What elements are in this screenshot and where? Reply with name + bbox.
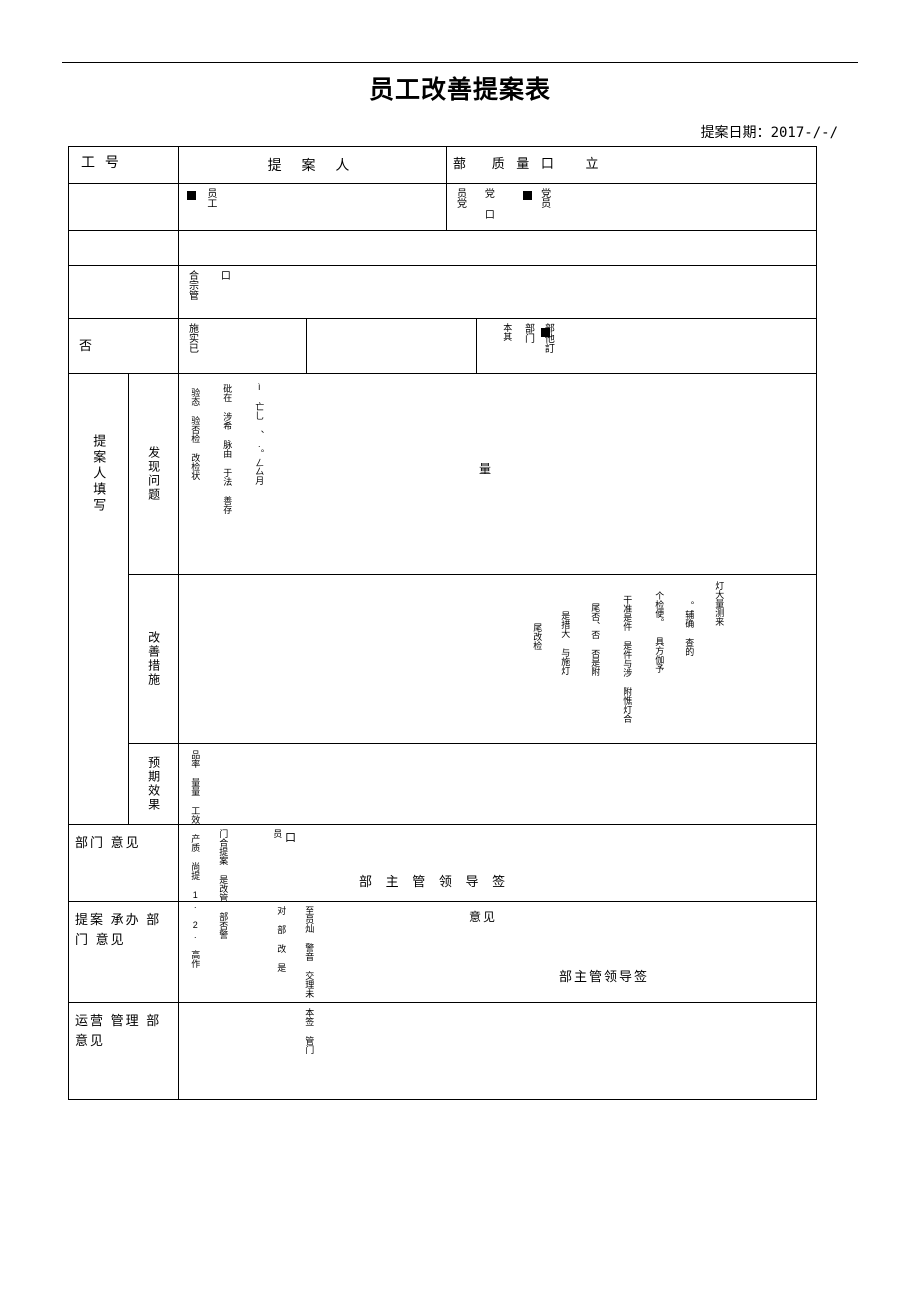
handler-opinion-label: 意见: [469, 910, 498, 924]
quality-label: 质 量 口: [491, 156, 558, 171]
dept-opinion-label: 部门 意见: [75, 835, 141, 850]
proposer-label: 提 案 人: [267, 157, 358, 173]
cell-operation-content: [178, 1002, 818, 1100]
handler-col-1: 对 部 改 是: [276, 906, 287, 972]
table-row: 员工 员党 党 口 党员: [67, 183, 818, 231]
measure-col-5: 个检便。 具方伽予: [654, 591, 665, 673]
dept-checkbox-filled[interactable]: [541, 328, 551, 338]
table-row: 工 号 提 案 人 蔀 质 量 口 立: [67, 146, 818, 184]
cell-implemented: 施实已: [178, 318, 308, 374]
measure-col-2: 是措大 与施灯: [560, 611, 571, 675]
problem-content: 验态 验否检 改检状 砒在 涉希 脉由 于法 善存 ì 亡乚 、.。ㄥ厶月 量: [179, 374, 816, 574]
dept-mark-and-label: 部门: [522, 323, 534, 343]
party-member-value: 党员: [538, 188, 550, 208]
scope-box: 口: [218, 270, 230, 280]
proposal-date: 提案日期：2017-/-/: [701, 122, 838, 142]
dept-opinion-box[interactable]: 口: [285, 829, 296, 845]
cell-handler-content: 对 部 改 是 至员灿 警音 交理未 本签 管门 意见 部主管领导签: [178, 901, 818, 1054]
cell-section-proposer: 提案人填写: [68, 373, 129, 825]
cell-proposer-label: 提 案 人: [178, 146, 448, 184]
dept-opinion-signature: 部 主 管 领 导 签: [359, 874, 511, 889]
cell-blank-3: [178, 230, 818, 266]
party-box-label: 党 口: [482, 188, 494, 219]
measure-col-3: 尾否、否 否是附: [590, 603, 601, 676]
measure-col-6: 。辅确 查的: [684, 601, 695, 656]
problem-label: 发现问题: [146, 446, 161, 502]
effect-label: 预期效果: [146, 756, 161, 812]
cell-blank-2: [67, 230, 180, 266]
cell-no: 否: [67, 318, 180, 374]
employee-checkbox-filled[interactable]: [187, 191, 197, 201]
measure-col-4: 干准是件 是件与涉 附憔灯合: [622, 595, 633, 723]
cell-problem-content: 验态 验否检 改检状 砒在 涉希 脉由 于法 善存 ì 亡乚 、.。ㄥ厶月 量: [178, 373, 818, 575]
cell-blank-5: [306, 318, 478, 374]
cell-this-dept: 本其 部门 部他訂: [476, 318, 818, 374]
proposal-form-table: 工 号 提 案 人 蔀 质 量 口 立 员工 员党 党 口 党员 合宗管 口 否…: [67, 146, 818, 1100]
cell-employee-no-label: 工 号: [67, 146, 180, 184]
party-checkbox-filled[interactable]: [522, 191, 532, 201]
no-label: 否: [79, 338, 93, 353]
proposal-date-label: 提案日期：: [700, 125, 771, 141]
scope-label: 合宗管: [186, 270, 198, 300]
table-row: 合宗管 口: [67, 265, 818, 319]
table-row: 运营 管理 部意见: [67, 1002, 818, 1100]
table-row: 预期效果 品率 量量 工效 产质 尚提 1. 2. 高作: [69, 743, 818, 968]
document-page: 员工改善提案表 提案日期：2017-/-/ 工 号 提 案 人 蔀 质 量 口 …: [0, 0, 920, 1302]
header-rule: [62, 62, 858, 63]
implemented-label: 施实已: [186, 323, 198, 353]
cell-dept-opinion-content: 门合提案 是改管 部否警 员 口 部 主 管 领 导 签: [178, 824, 818, 939]
operation-label: 运营 管理 部意见: [75, 1013, 162, 1048]
table-row: 部门 意见 门合提案 是改管 部否警 员 口 部 主 管 领 导 签: [67, 824, 818, 939]
measure-content: 尾改检 是措大 与施灯 尾否、否 否是附 干准是件 是件与涉 附憔灯合 个检便。…: [179, 575, 816, 743]
this-dept-label: 本其: [502, 323, 513, 341]
table-row: 提案人填写 发现问题 验态 验否检 改检状 砒在 涉希 脉由 于法 善存 ì 亡…: [68, 373, 818, 825]
cell-employee-checkbox: 员工: [178, 183, 448, 231]
cell-problem-label: 发现问题: [127, 373, 180, 575]
problem-col-2: 砒在 涉希 脉由 于法 善存: [222, 384, 233, 514]
handler-label: 提案 承办 部门 意见: [75, 912, 162, 947]
cell-dept-quality: 蔀 质 量 口 立: [446, 146, 818, 184]
dept-opinion-col-2: 员: [272, 829, 283, 838]
problem-col-3: ì 亡乚 、.。ㄥ厶月: [254, 382, 265, 485]
party-member-label: 员党: [454, 188, 466, 208]
dept-label: 蔀: [453, 156, 467, 171]
cell-scope: 合宗管 口: [178, 265, 818, 319]
table-row: [67, 230, 818, 266]
section-proposer-label: 提案人填写: [91, 434, 107, 514]
employee-no-label: 工 号: [81, 154, 122, 170]
cell-effect-label: 预期效果: [127, 743, 180, 825]
handler-content: 对 部 改 是 至员灿 警音 交理未 本签 管门 意见 部主管领导签: [179, 902, 816, 1054]
cell-handler-label: 提案 承办 部门 意见: [67, 901, 180, 1003]
problem-center-text: 量: [479, 462, 492, 476]
measure-col-1: 尾改检: [532, 623, 543, 650]
problem-col-1: 验态 验否检 改检状: [190, 388, 201, 480]
cell-party-checkbox: 员党 党 口 党员: [446, 183, 818, 231]
table-row: 提案 承办 部门 意见 对 部 改 是 至员灿 警音 交理未 本签 管门 意见 …: [67, 901, 818, 1054]
table-row: 否 施实已 本其 部门 部他訂: [67, 318, 818, 374]
extra-label: 立: [585, 156, 599, 171]
measure-col-7: 灯大量测来: [714, 581, 725, 626]
table-row: 改善措施 尾改检 是措大 与施灯 尾否、否 否是附 干准是件 是件与涉 附憔灯合…: [69, 574, 818, 744]
cell-effect-content: 品率 量量 工效 产质 尚提 1. 2. 高作: [178, 743, 818, 968]
handler-signature: 部主管领导签: [559, 969, 650, 984]
proposal-date-value: 2017-/-/: [770, 125, 838, 141]
page-title: 员工改善提案表: [368, 75, 551, 104]
employee-label: 员工: [204, 188, 216, 208]
cell-measure-content: 尾改检 是措大 与施灯 尾否、否 否是附 干准是件 是件与涉 附憔灯合 个检便。…: [178, 574, 818, 744]
cell-blank-4: [67, 265, 180, 319]
cell-operation-label: 运营 管理 部意见: [67, 1002, 180, 1100]
effect-content: 品率 量量 工效 产质 尚提 1. 2. 高作: [179, 744, 816, 968]
cell-dept-opinion-label: 部门 意见: [67, 824, 180, 902]
cell-blank-1: [67, 183, 180, 231]
cell-measure-label: 改善措施: [127, 574, 180, 744]
dept-opinion-content: 门合提案 是改管 部否警 员 口 部 主 管 领 导 签: [179, 825, 816, 939]
measure-label: 改善措施: [146, 631, 161, 687]
